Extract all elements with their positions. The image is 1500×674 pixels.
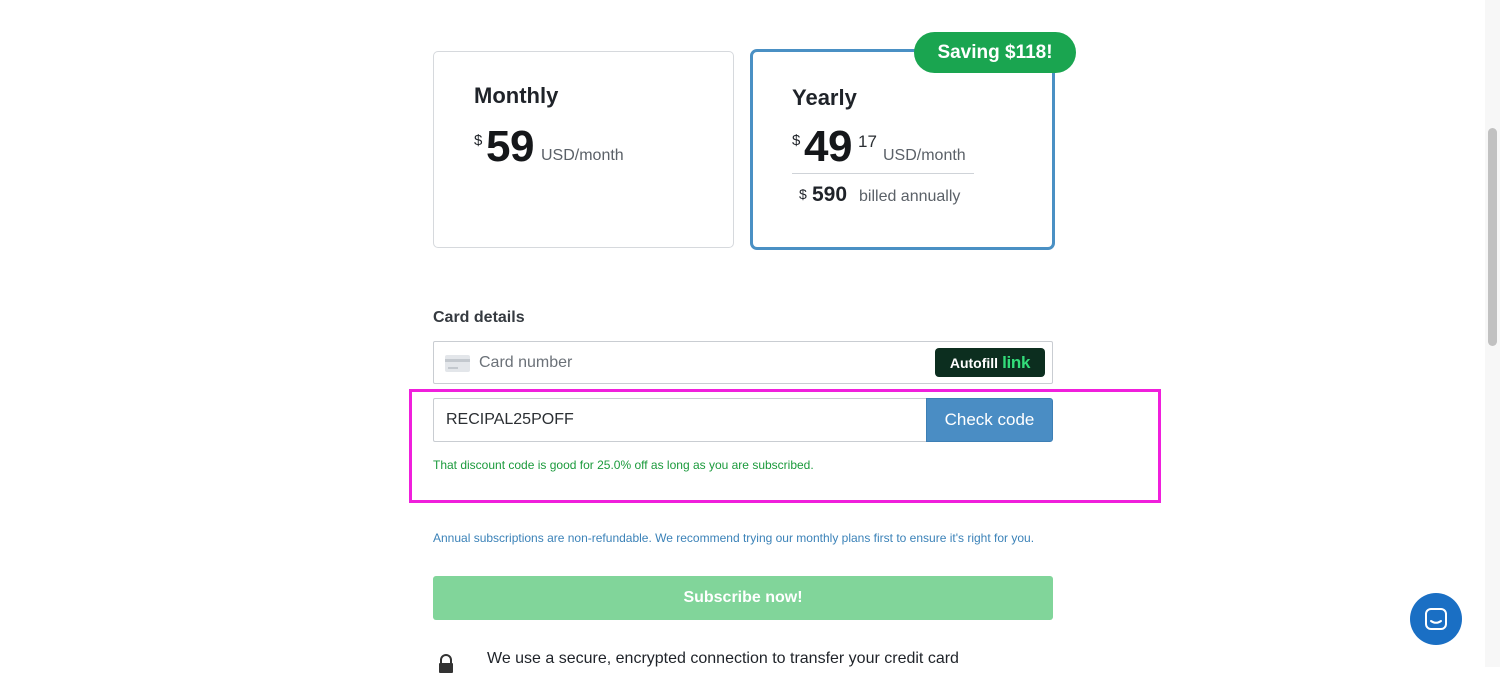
- yearly-currency-symbol: $: [792, 132, 801, 149]
- check-code-button[interactable]: Check code: [926, 398, 1053, 442]
- scrollbar-thumb[interactable]: [1488, 128, 1497, 346]
- subscribe-button[interactable]: Subscribe now!: [433, 576, 1053, 620]
- link-logo: link: [1002, 352, 1031, 372]
- discount-code-input[interactable]: [433, 398, 927, 442]
- discount-success-message: That discount code is good for 25.0% off…: [433, 458, 814, 472]
- secure-connection-text: We use a secure, encrypted connection to…: [487, 650, 959, 667]
- monthly-price-unit: USD/month: [541, 147, 624, 164]
- chat-icon: [1425, 608, 1447, 630]
- lock-icon: [439, 654, 453, 673]
- yearly-price-cents: 17: [858, 132, 877, 151]
- monthly-currency-symbol: $: [474, 132, 483, 149]
- yearly-price-unit: USD/month: [883, 147, 966, 164]
- autofill-link-button[interactable]: Autofill link: [935, 348, 1045, 377]
- yearly-plan-card[interactable]: Yearly $ 49 17 USD/month $ 590 billed an…: [750, 49, 1055, 250]
- card-number-field[interactable]: Card number Autofill link: [433, 341, 1053, 384]
- yearly-plan-title: Yearly: [792, 85, 857, 110]
- chat-widget-button[interactable]: [1410, 593, 1462, 645]
- annual-price: 590: [812, 183, 848, 206]
- card-details-label: Card details: [433, 309, 525, 326]
- card-number-placeholder: Card number: [479, 354, 573, 371]
- saving-badge: Saving $118!: [914, 32, 1076, 73]
- price-divider: [792, 173, 974, 174]
- monthly-plan-title: Monthly: [474, 83, 559, 108]
- card-icon: [445, 355, 470, 372]
- monthly-plan-card[interactable]: Monthly $ 59 USD/month: [433, 51, 734, 248]
- autofill-label: Autofill: [949, 354, 999, 371]
- page-scrollbar[interactable]: [1485, 0, 1500, 667]
- yearly-price: 49: [804, 122, 852, 171]
- monthly-price: 59: [486, 122, 534, 171]
- billed-annually-label: billed annually: [859, 188, 961, 205]
- annual-currency-symbol: $: [799, 186, 807, 202]
- refund-note: Annual subscriptions are non-refundable.…: [433, 531, 1035, 545]
